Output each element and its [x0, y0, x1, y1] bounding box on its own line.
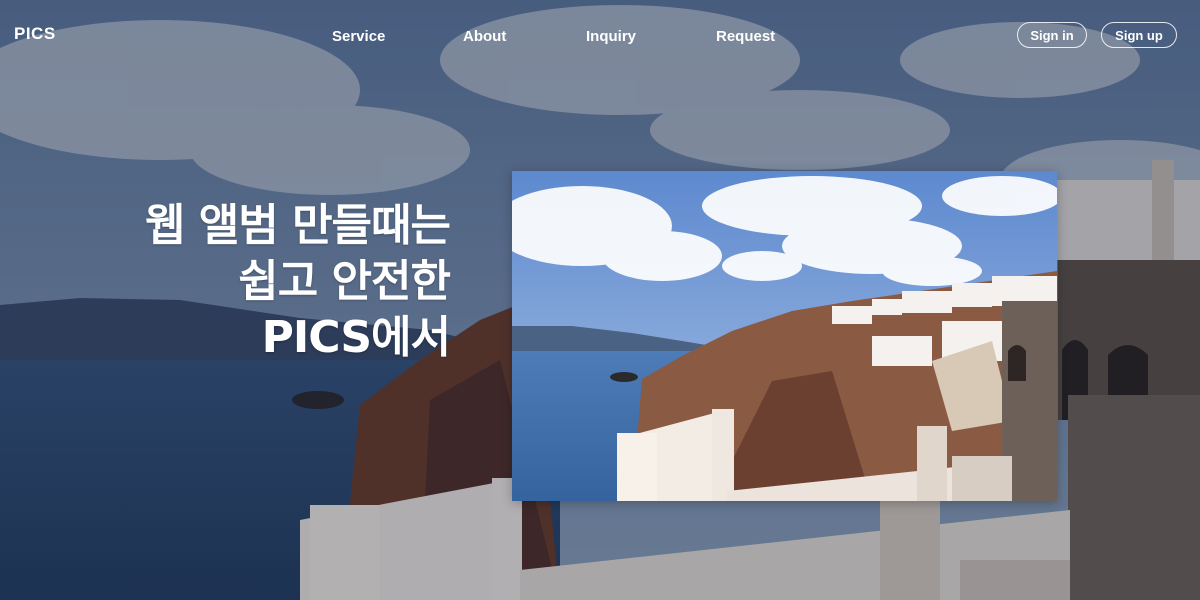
sign-in-button[interactable]: Sign in: [1017, 22, 1087, 48]
hero-line-1: 웹 앨범 만들때는: [145, 200, 451, 251]
hero-photo: [512, 171, 1057, 501]
top-navbar: PICS Service About Inquiry Request Sign …: [0, 0, 1200, 72]
nav-link-inquiry[interactable]: Inquiry: [586, 28, 636, 45]
santorini-photo-image: [512, 171, 1057, 501]
hero-line-2: 쉽고 안전한: [238, 256, 451, 307]
nav-link-service[interactable]: Service: [332, 28, 385, 45]
brand-logo[interactable]: PICS: [14, 24, 56, 44]
hero-headline: 웹 앨범 만들때는 쉽고 안전한 PICS에서: [145, 198, 451, 366]
nav-link-about[interactable]: About: [463, 28, 506, 45]
hero-line-3: PICS에서: [261, 312, 451, 363]
nav-link-request[interactable]: Request: [716, 28, 775, 45]
sign-up-button[interactable]: Sign up: [1101, 22, 1177, 48]
